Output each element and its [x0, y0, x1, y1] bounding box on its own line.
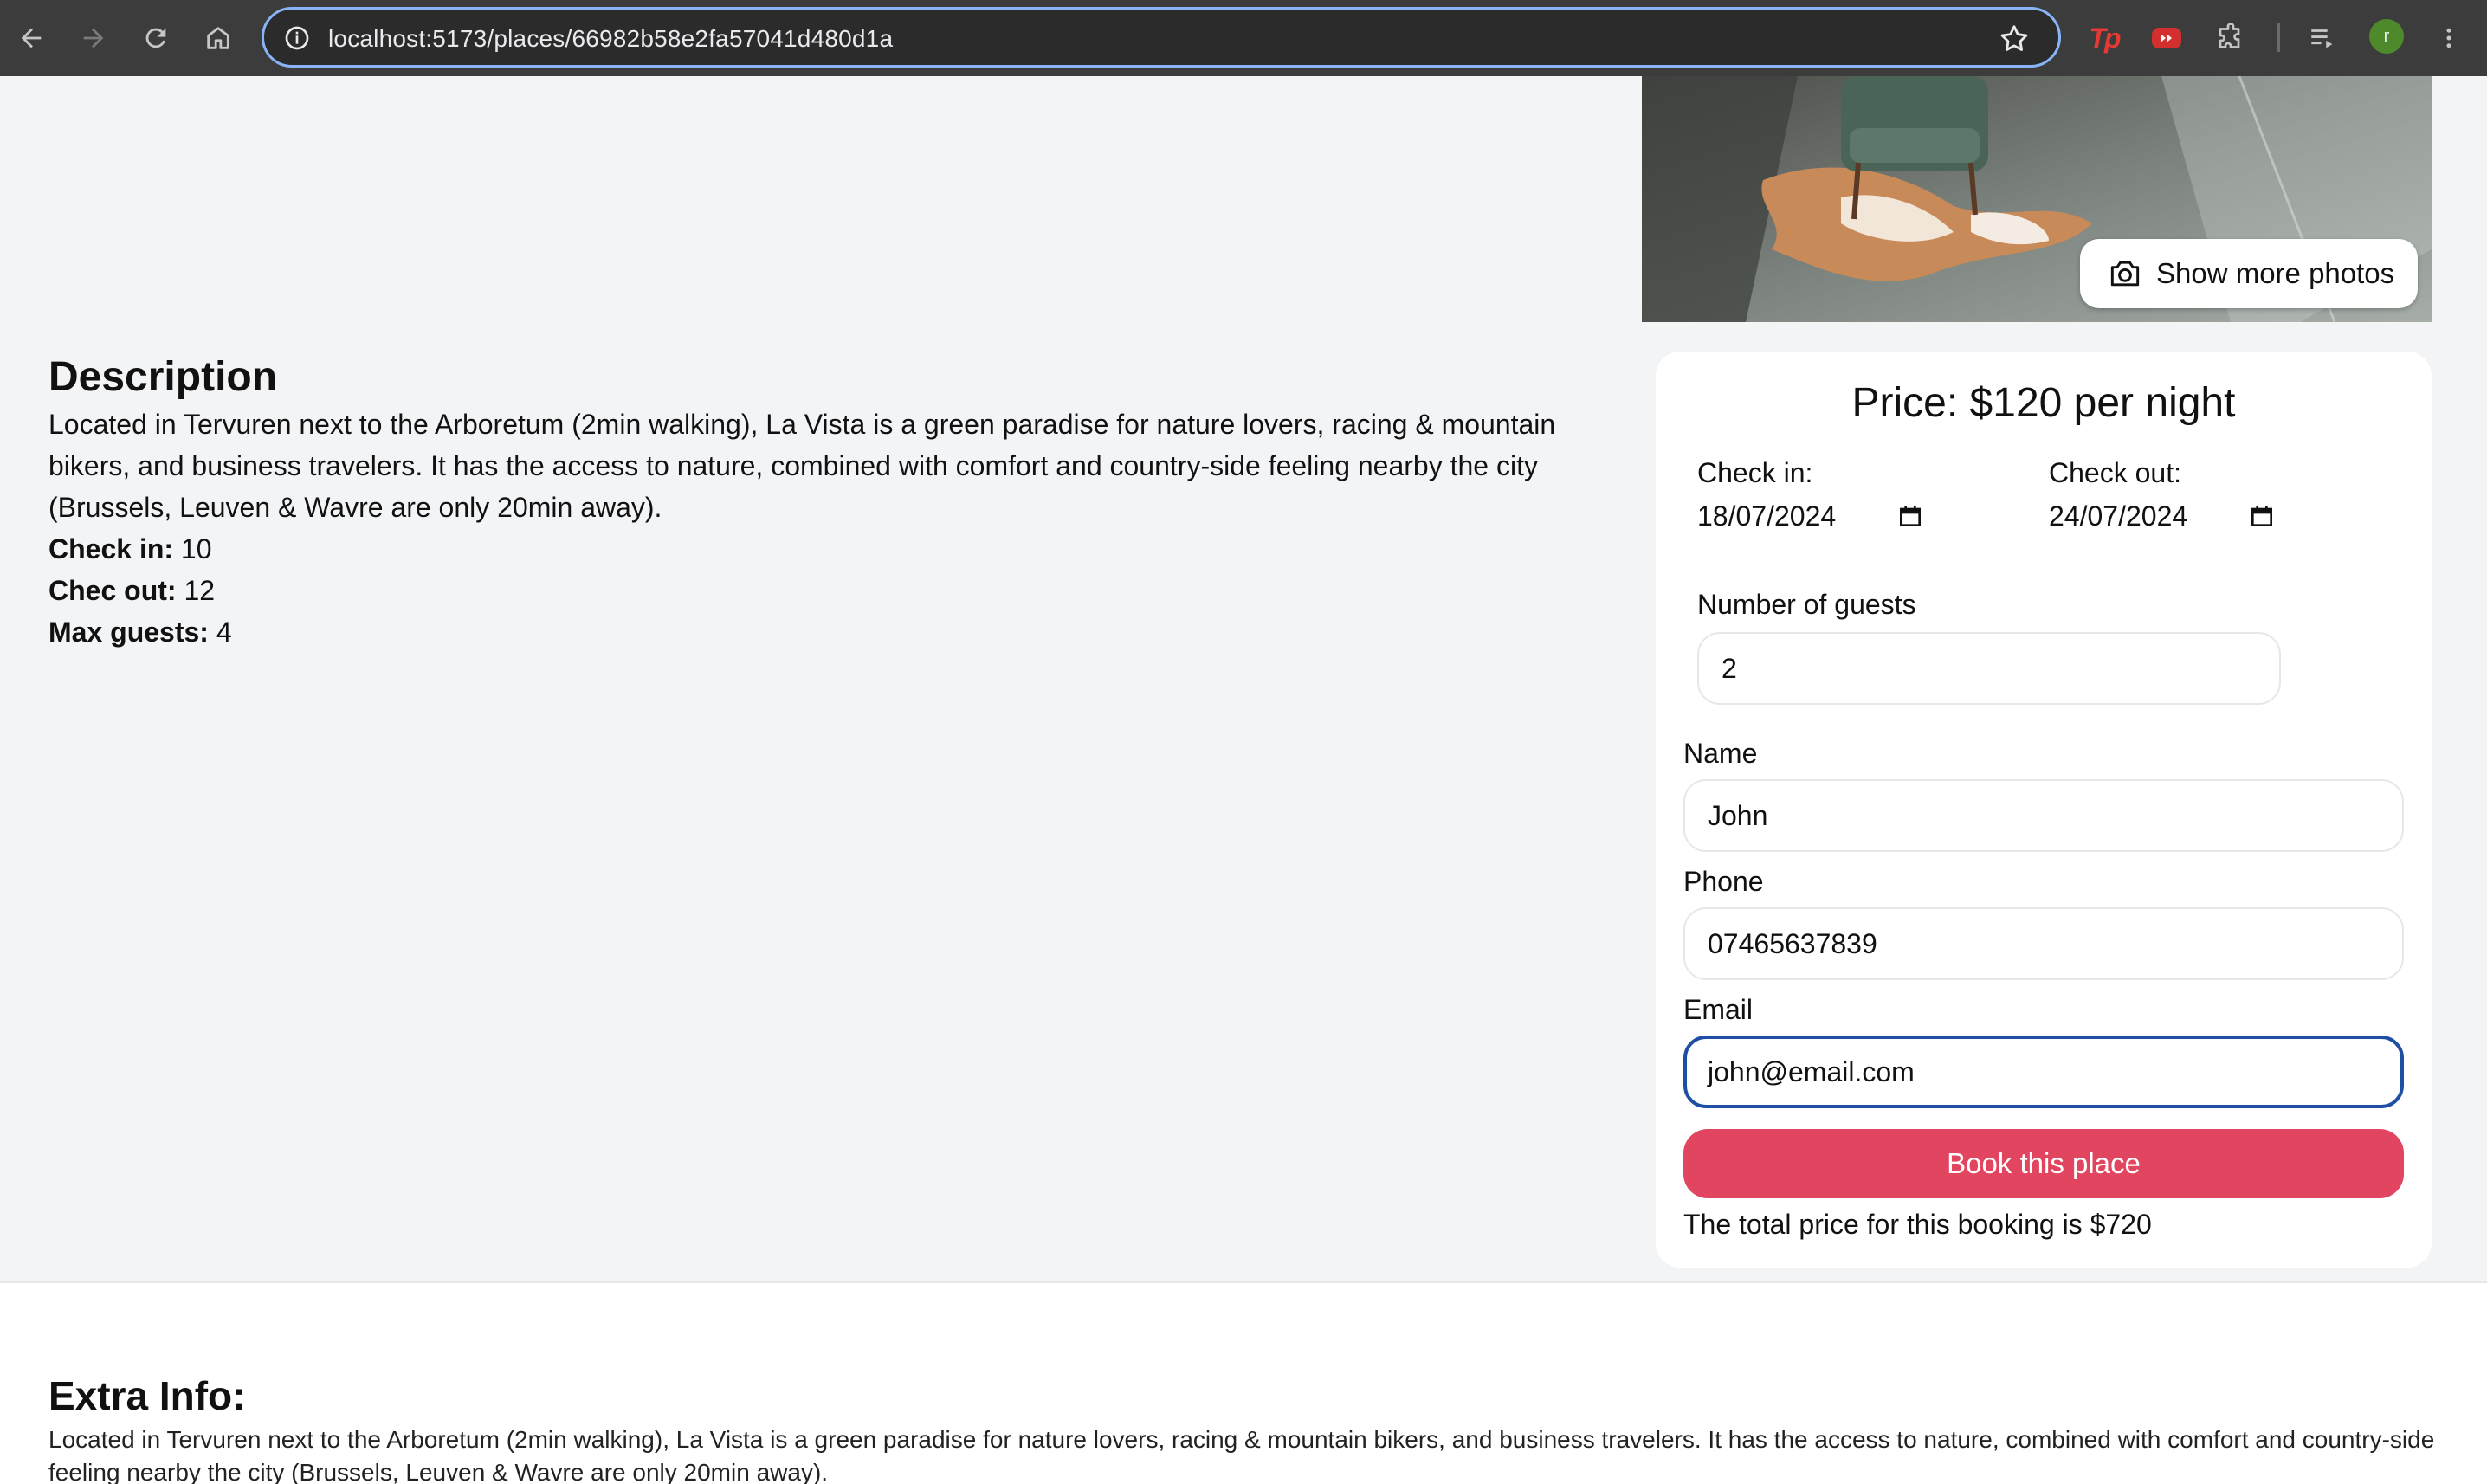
home-icon [207, 27, 229, 49]
tp-extension-icon[interactable]: Tp [2085, 19, 2123, 57]
max-guests-label: Max guests: [48, 616, 209, 648]
phone-input[interactable]: 07465637839 [1683, 907, 2404, 980]
guests-input[interactable]: 2 [1697, 632, 2281, 705]
check-in-date-input[interactable]: 18/07/2024 [1697, 499, 2026, 533]
extra-info-heading: Extra Info: [48, 1373, 246, 1418]
back-button[interactable] [10, 17, 52, 59]
profile-avatar[interactable]: r [2369, 19, 2404, 54]
forward-button[interactable] [73, 17, 114, 59]
email-label: Email [1683, 994, 1754, 1025]
menu-icon[interactable] [2430, 19, 2468, 57]
check-out-label: Chec out: [48, 575, 177, 606]
check-in-field: Check in: 18/07/2024 [1697, 455, 2026, 533]
video-extension-icon[interactable] [2148, 19, 2186, 57]
check-out-value: 12 [184, 575, 216, 606]
check-in-date-value[interactable]: 18/07/2024 [1697, 499, 1896, 533]
reload-button[interactable] [135, 17, 177, 59]
browser-toolbar: localhost:5173/places/66982b58e2fa57041d… [0, 0, 2487, 76]
description-text: Located in Tervuren next to the Arboretu… [48, 409, 1556, 523]
check-in-value: 10 [180, 533, 212, 565]
check-out-label: Check out: [2049, 457, 2181, 488]
check-out-field: Check out: 24/07/2024 [2049, 455, 2378, 533]
name-input[interactable]: John [1683, 779, 2404, 852]
show-more-photos-button[interactable]: Show more photos [2080, 239, 2418, 308]
max-guests-row: Max guests: 4 [48, 611, 1607, 653]
calendar-icon[interactable] [1896, 502, 1924, 530]
address-bar[interactable]: localhost:5173/places/66982b58e2fa57041d… [262, 7, 2061, 68]
camera-icon [2110, 261, 2140, 287]
arrow-right-icon [83, 28, 104, 48]
max-guests-value: 4 [216, 616, 232, 648]
description-section: Description Located in Tervuren next to … [48, 352, 1607, 653]
check-in-row: Check in: 10 [48, 528, 1607, 570]
description-heading: Description [48, 354, 278, 400]
total-price-text: The total price for this booking is $720 [1683, 1209, 2152, 1240]
url-text[interactable]: localhost:5173/places/66982b58e2fa57041d… [328, 25, 893, 53]
calendar-icon[interactable] [2248, 502, 2276, 530]
puzzle-extensions-icon[interactable] [2212, 19, 2250, 57]
check-out-date-input[interactable]: 24/07/2024 [2049, 499, 2378, 533]
toolbar-divider [2277, 23, 2280, 52]
check-in-label: Check in: [1697, 457, 1813, 488]
home-button[interactable] [197, 17, 239, 59]
info-icon[interactable] [283, 24, 311, 52]
guests-label: Number of guests [1697, 589, 1916, 620]
name-label: Name [1683, 738, 1758, 769]
star-icon[interactable] [1998, 23, 2031, 55]
reading-list-icon[interactable] [2303, 19, 2342, 57]
check-out-date-value[interactable]: 24/07/2024 [2049, 499, 2248, 533]
email-input[interactable]: john@email.com [1683, 1036, 2404, 1108]
arrow-left-icon [21, 28, 42, 48]
show-more-photos-label: Show more photos [2156, 257, 2395, 289]
extra-info-text: Located in Tervuren next to the Arboretu… [48, 1426, 2435, 1484]
check-in-label: Check in: [48, 533, 174, 565]
phone-label: Phone [1683, 866, 1764, 897]
play-icon [2152, 28, 2181, 48]
booking-widget: Price: $120 per night Check in: 18/07/20… [1656, 352, 2432, 1268]
price-per-night: Price: $120 per night [1851, 380, 2236, 426]
tp-extension-label: Tp [2089, 22, 2121, 54]
book-this-place-button[interactable]: Book this place [1683, 1129, 2404, 1198]
reload-icon [145, 28, 166, 48]
check-out-row: Chec out: 12 [48, 570, 1607, 611]
